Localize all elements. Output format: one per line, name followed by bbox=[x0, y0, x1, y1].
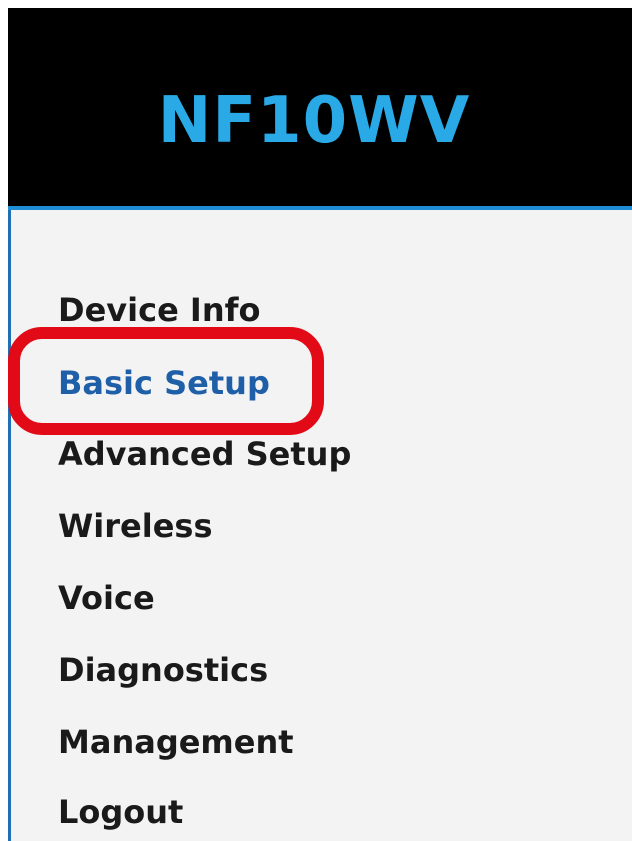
sidebar-item-basic-setup[interactable]: Basic Setup bbox=[58, 363, 270, 403]
sidebar-nav: Device Info Basic Setup Advanced Setup W… bbox=[8, 210, 632, 841]
sidebar-item-device-info[interactable]: Device Info bbox=[58, 290, 261, 330]
sidebar-item-management[interactable]: Management bbox=[58, 722, 294, 762]
router-admin-panel: NF10WV Device Info Basic Setup Advanced … bbox=[0, 0, 632, 841]
sidebar-item-logout[interactable]: Logout bbox=[58, 792, 183, 832]
header-bar: NF10WV bbox=[8, 8, 632, 206]
sidebar-item-diagnostics[interactable]: Diagnostics bbox=[58, 650, 268, 690]
sidebar-item-advanced-setup[interactable]: Advanced Setup bbox=[58, 434, 351, 474]
sidebar-item-wireless[interactable]: Wireless bbox=[58, 506, 213, 546]
brand-title: NF10WV bbox=[157, 84, 471, 158]
sidebar-item-voice[interactable]: Voice bbox=[58, 578, 155, 618]
